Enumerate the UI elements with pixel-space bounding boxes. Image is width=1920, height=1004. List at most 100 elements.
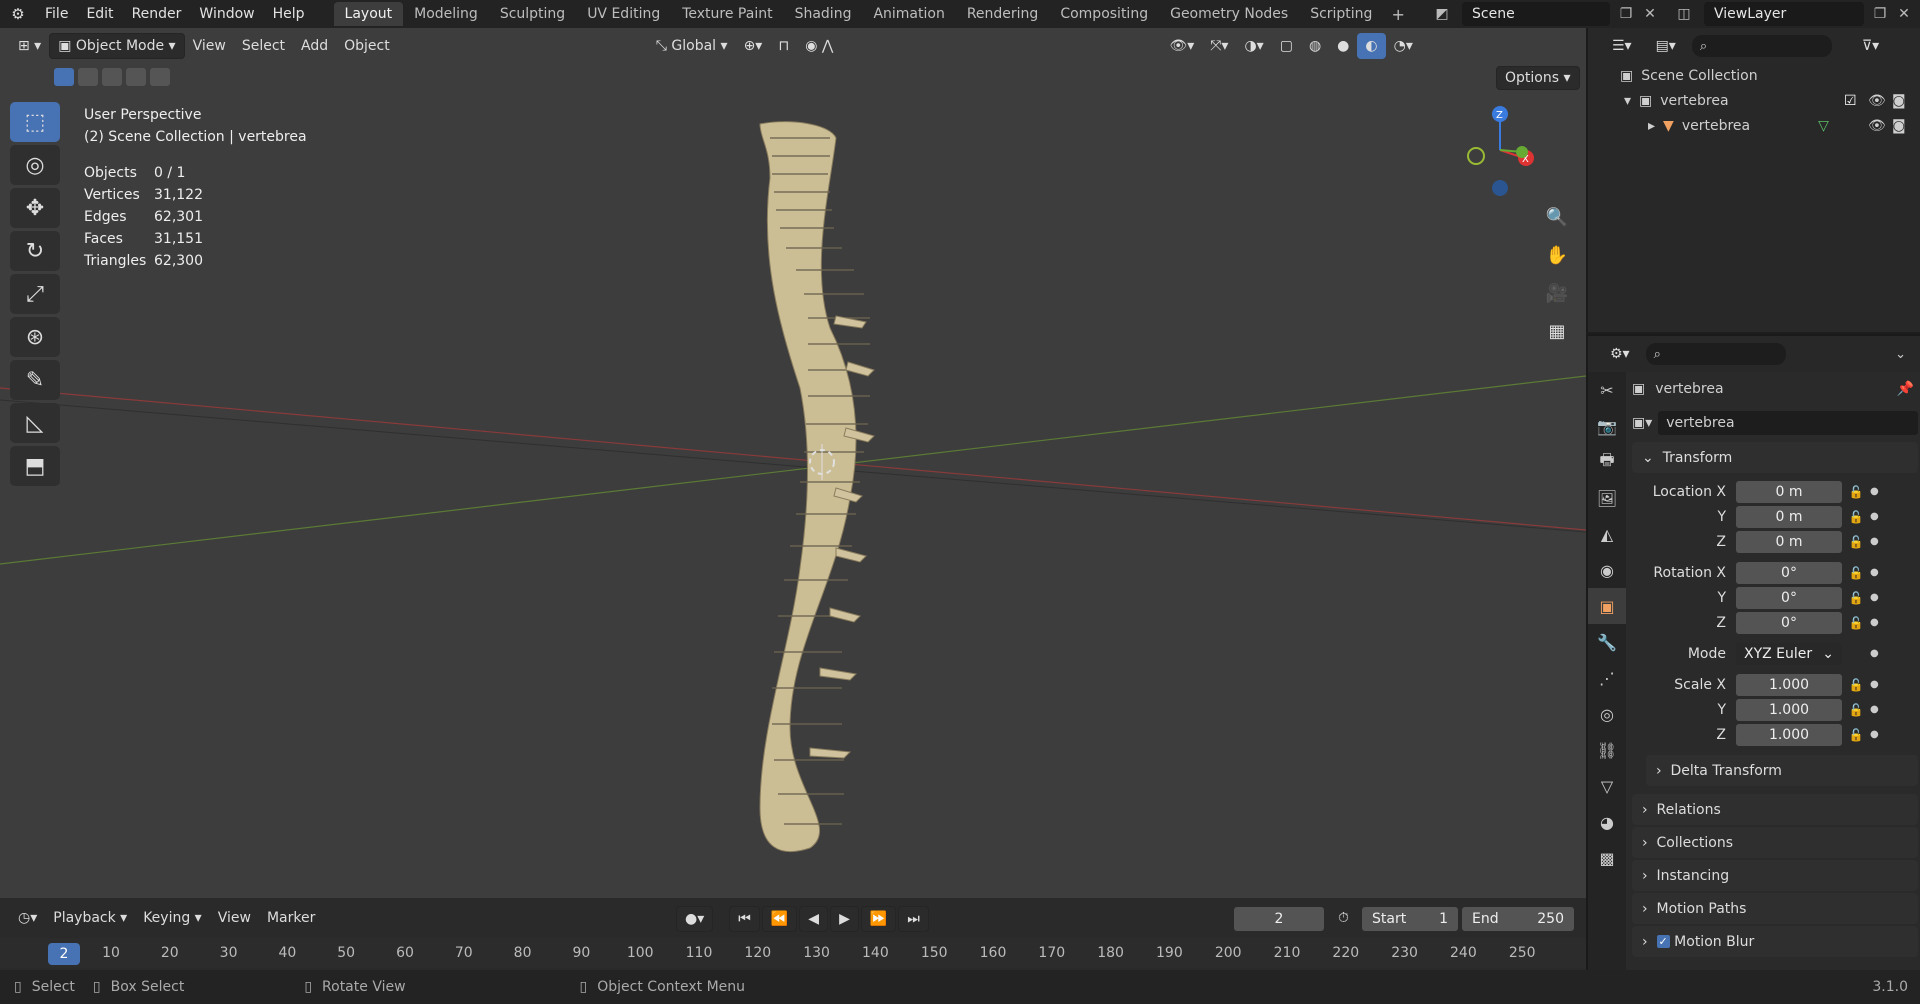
keyframe-dot-icon[interactable]: ● — [1870, 486, 1879, 497]
move-tool-icon[interactable]: ✥ — [10, 188, 60, 228]
outliner-row-object[interactable]: ▸ ▼ vertebrea ▽ 👁 ◙ — [1588, 114, 1920, 139]
modifier-tab-icon[interactable]: 🔧 — [1588, 624, 1626, 660]
collection-visibility-eye-icon[interactable]: 👁 — [1868, 89, 1886, 114]
current-frame-indicator[interactable]: 2 — [48, 943, 80, 965]
keying-menu[interactable]: Keying ▾ — [135, 905, 210, 931]
menu-window[interactable]: Window — [190, 6, 263, 22]
rotate-tool-icon[interactable]: ↻ — [10, 231, 60, 271]
menu-help[interactable]: Help — [264, 6, 314, 22]
lock-icon[interactable]: 🔓 — [1842, 485, 1870, 499]
physics-tab-icon[interactable]: ◎ — [1588, 696, 1626, 732]
menu-view[interactable]: View — [185, 33, 234, 59]
3d-viewport[interactable]: ⊞ ▾ ▣ Object Mode ▾ View Select Add Obje… — [0, 28, 1586, 898]
collection-render-camera-icon[interactable]: ◙ — [1892, 89, 1906, 114]
keyframe-dot-icon[interactable]: ● — [1870, 617, 1879, 628]
keyframe-dot-icon[interactable]: ● — [1870, 648, 1879, 659]
view-layer-icon[interactable]: ◫ — [1672, 2, 1696, 26]
jump-keyframe-back-icon[interactable]: ⏪ — [761, 906, 798, 932]
outliner-search-input[interactable]: ⌕ — [1691, 35, 1832, 57]
shading-rendered-icon[interactable]: ◔▾ — [1386, 33, 1421, 59]
tab-scripting[interactable]: Scripting — [1299, 2, 1383, 26]
current-frame-field[interactable]: 2 — [1234, 907, 1324, 931]
rotation-x-field[interactable]: 0° — [1736, 561, 1842, 584]
tab-uv-editing[interactable]: UV Editing — [576, 2, 671, 26]
camera-view-icon[interactable]: 🎥 — [1542, 278, 1572, 308]
editor-type-icon[interactable]: ⊞ ▾ — [10, 33, 49, 59]
delta-transform-header[interactable]: › Delta Transform — [1646, 755, 1918, 786]
lock-icon[interactable]: 🔓 — [1842, 591, 1870, 605]
menu-edit[interactable]: Edit — [77, 6, 122, 22]
properties-search-input[interactable]: ⌕ — [1645, 343, 1786, 365]
keyframe-dot-icon[interactable]: ● — [1870, 511, 1879, 522]
shading-material-icon[interactable]: ◐ — [1357, 33, 1386, 59]
tab-layout[interactable]: Layout — [333, 2, 404, 26]
scene-tab-icon[interactable]: ◭ — [1588, 516, 1626, 552]
shading-wireframe-icon[interactable]: ◍ — [1301, 33, 1329, 59]
pivot-point-icon[interactable]: ⊕▾ — [736, 33, 771, 59]
transform-tool-icon[interactable]: ⊛ — [10, 317, 60, 357]
keyframe-dot-icon[interactable]: ● — [1870, 567, 1879, 578]
overlay-toggle-icon[interactable]: ◑▾ — [1236, 33, 1271, 59]
snap-icon[interactable]: ⊓ — [770, 33, 797, 59]
menu-select[interactable]: Select — [234, 33, 293, 59]
rotation-mode-dropdown[interactable]: XYZ Euler ⌄ — [1736, 642, 1842, 665]
view-layer-tab-icon[interactable]: 🖼 — [1588, 480, 1626, 516]
output-tab-icon[interactable]: 🖶 — [1588, 444, 1626, 480]
transform-orientation-dropdown[interactable]: ⤡ Global ▾ — [648, 33, 736, 59]
object-visibility-eye-icon[interactable]: 👁 — [1868, 114, 1886, 139]
jump-start-icon[interactable]: ⏮ — [729, 906, 760, 932]
tab-texture-paint[interactable]: Texture Paint — [671, 2, 783, 26]
playback-menu[interactable]: Playback ▾ — [45, 905, 135, 931]
display-mode-icon[interactable]: ▤▾ — [1648, 33, 1684, 59]
outliner-row-collection[interactable]: ▾ ▣ vertebrea ☑ 👁 ◙ — [1588, 89, 1920, 114]
pan-hand-icon[interactable]: ✋ — [1542, 240, 1572, 270]
object-tab-icon[interactable]: ▣ — [1588, 588, 1626, 624]
view-layer-field[interactable]: ViewLayer — [1704, 2, 1864, 26]
world-tab-icon[interactable]: ◉ — [1588, 552, 1626, 588]
annotate-tool-icon[interactable]: ✎ — [10, 360, 60, 400]
delete-scene-icon[interactable]: ✕ — [1638, 2, 1662, 26]
scale-x-field[interactable]: 1.000 — [1736, 673, 1842, 696]
select-intersect-icon[interactable] — [150, 68, 170, 86]
transform-panel-header[interactable]: ⌄ Transform — [1632, 442, 1918, 473]
keyframe-dot-icon[interactable]: ● — [1870, 704, 1879, 715]
blender-logo-icon[interactable]: ⚙ — [0, 0, 36, 28]
location-z-field[interactable]: 0 m — [1736, 530, 1842, 553]
tab-sculpting[interactable]: Sculpting — [489, 2, 576, 26]
lock-icon[interactable]: 🔓 — [1842, 535, 1870, 549]
menu-file[interactable]: File — [36, 6, 77, 22]
select-new-icon[interactable] — [54, 68, 74, 86]
material-tab-icon[interactable]: ◕ — [1588, 804, 1626, 840]
add-workspace-icon[interactable]: + — [1383, 5, 1412, 24]
zoom-icon[interactable]: 🔍 — [1542, 202, 1572, 232]
tab-rendering[interactable]: Rendering — [956, 2, 1050, 26]
scale-z-field[interactable]: 1.000 — [1736, 723, 1842, 746]
delete-view-layer-icon[interactable]: ✕ — [1892, 2, 1916, 26]
mesh-data-tab-icon[interactable]: ▽ — [1588, 768, 1626, 804]
motion-blur-panel-header[interactable]: › ✓ Motion Blur — [1632, 926, 1918, 957]
tool-tab-icon[interactable]: ✂ — [1588, 372, 1626, 408]
keyframe-dot-icon[interactable]: ● — [1870, 592, 1879, 603]
jump-keyframe-forward-icon[interactable]: ⏩ — [860, 906, 897, 932]
rotation-z-field[interactable]: 0° — [1736, 611, 1842, 634]
timeline-view-menu[interactable]: View — [210, 905, 259, 931]
timeline-editor-type-icon[interactable]: ◷▾ — [10, 905, 45, 931]
frame-ruler[interactable]: 2 10 20 30 40 50 60 70 80 90 100 110 120 130 140 150 16… — [0, 938, 1586, 968]
object-browse-icon[interactable]: ▣▾ — [1632, 415, 1652, 431]
particles-tab-icon[interactable]: ⋰ — [1588, 660, 1626, 696]
render-tab-icon[interactable]: 📷 — [1588, 408, 1626, 444]
scale-y-field[interactable]: 1.000 — [1736, 698, 1842, 721]
object-name-field[interactable]: vertebrea — [1658, 411, 1918, 435]
start-frame-field[interactable]: Start 1 — [1362, 907, 1458, 931]
keyframe-dot-icon[interactable]: ● — [1870, 679, 1879, 690]
instancing-panel-header[interactable]: › Instancing — [1632, 860, 1918, 891]
lock-icon[interactable]: 🔓 — [1842, 703, 1870, 717]
cursor-tool-icon[interactable]: ◎ — [10, 145, 60, 185]
filter-icon[interactable]: ⊽▾ — [1854, 33, 1887, 59]
expand-chevron-icon[interactable]: ▸ — [1648, 114, 1655, 139]
visibility-icon[interactable]: 👁▾ — [1161, 33, 1202, 59]
lock-icon[interactable]: 🔓 — [1842, 566, 1870, 580]
play-icon[interactable]: ▶ — [830, 906, 859, 932]
tab-shading[interactable]: Shading — [784, 2, 863, 26]
add-cube-tool-icon[interactable]: ⬒ — [10, 446, 60, 486]
